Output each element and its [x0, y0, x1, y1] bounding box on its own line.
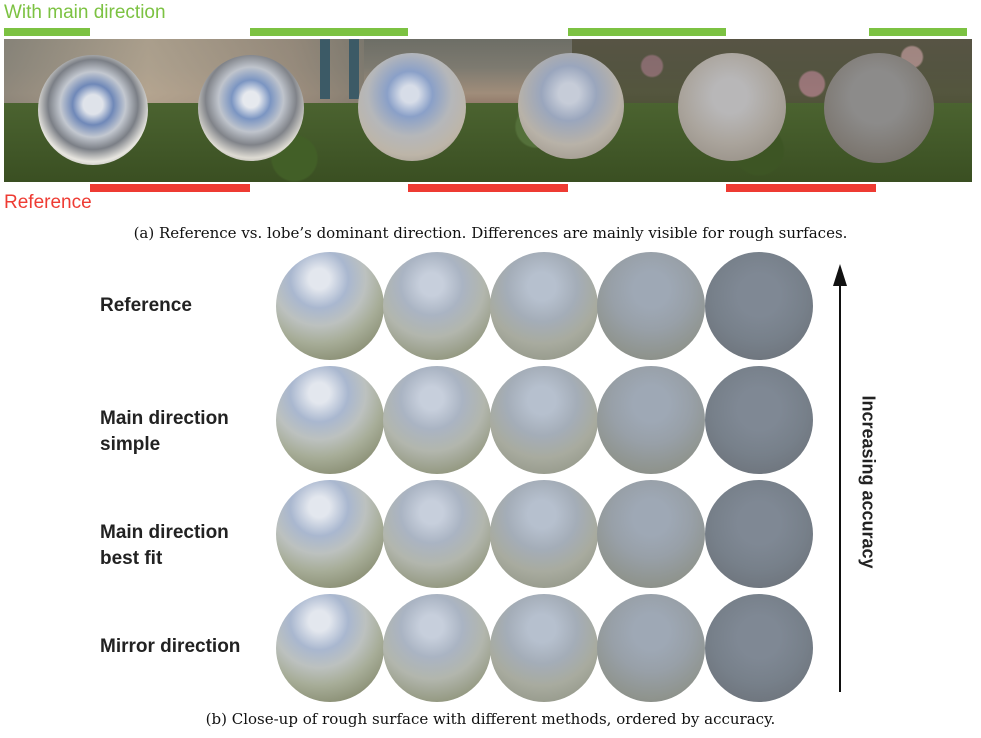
accuracy-axis	[833, 264, 847, 692]
main-direction-bar	[250, 28, 408, 36]
sphere-r4-c5	[705, 594, 813, 702]
sphere-r2-c2	[383, 366, 491, 474]
reference-bar	[726, 184, 876, 192]
sphere-r4-c1	[276, 594, 384, 702]
sphere-r1-c1	[276, 252, 384, 360]
sphere-r4-c4	[597, 594, 705, 702]
sphere-roughness-2	[198, 55, 304, 161]
row-label-main-direction-best-fit: Main direction best fit	[100, 522, 229, 569]
environment-photo-strip	[4, 39, 972, 182]
caption-b: (b) Close-up of rough surface with diffe…	[205, 710, 776, 728]
sphere-r2-c3	[490, 366, 598, 474]
axis-label-increasing-accuracy: Increasing accuracy	[858, 395, 879, 569]
sphere-roughness-6	[824, 53, 934, 163]
sphere-r3-c4	[597, 480, 705, 588]
sphere-roughness-3	[358, 53, 466, 161]
reference-bar	[408, 184, 568, 192]
main-direction-bar	[4, 28, 90, 36]
sphere-r3-c2	[383, 480, 491, 588]
legend-main-direction: With main direction	[4, 2, 166, 23]
sphere-r3-c3	[490, 480, 598, 588]
row-label-reference: Reference	[100, 295, 192, 316]
sphere-r2-c1	[276, 366, 384, 474]
sphere-roughness-4	[518, 53, 624, 159]
sphere-r3-c5	[705, 480, 813, 588]
reference-bar	[90, 184, 250, 192]
arrow-up-icon	[833, 264, 847, 286]
row-label-mirror-direction: Mirror direction	[100, 636, 241, 657]
sphere-roughness-1	[38, 55, 148, 165]
main-direction-bar	[869, 28, 967, 36]
sphere-r1-c4	[597, 252, 705, 360]
sphere-roughness-5	[678, 53, 786, 161]
sphere-r1-c3	[490, 252, 598, 360]
sphere-r2-c5	[705, 366, 813, 474]
sphere-r2-c4	[597, 366, 705, 474]
sphere-r1-c5	[705, 252, 813, 360]
background-post	[320, 39, 330, 99]
background-post	[349, 39, 359, 99]
sphere-r4-c3	[490, 594, 598, 702]
main-direction-bar	[568, 28, 726, 36]
row-label-main-direction-simple: Main direction simple	[100, 408, 229, 455]
sphere-r3-c1	[276, 480, 384, 588]
sphere-r4-c2	[383, 594, 491, 702]
sphere-r1-c2	[383, 252, 491, 360]
legend-reference: Reference	[4, 192, 92, 213]
caption-a: (a) Reference vs. lobe’s dominant direct…	[133, 224, 848, 242]
